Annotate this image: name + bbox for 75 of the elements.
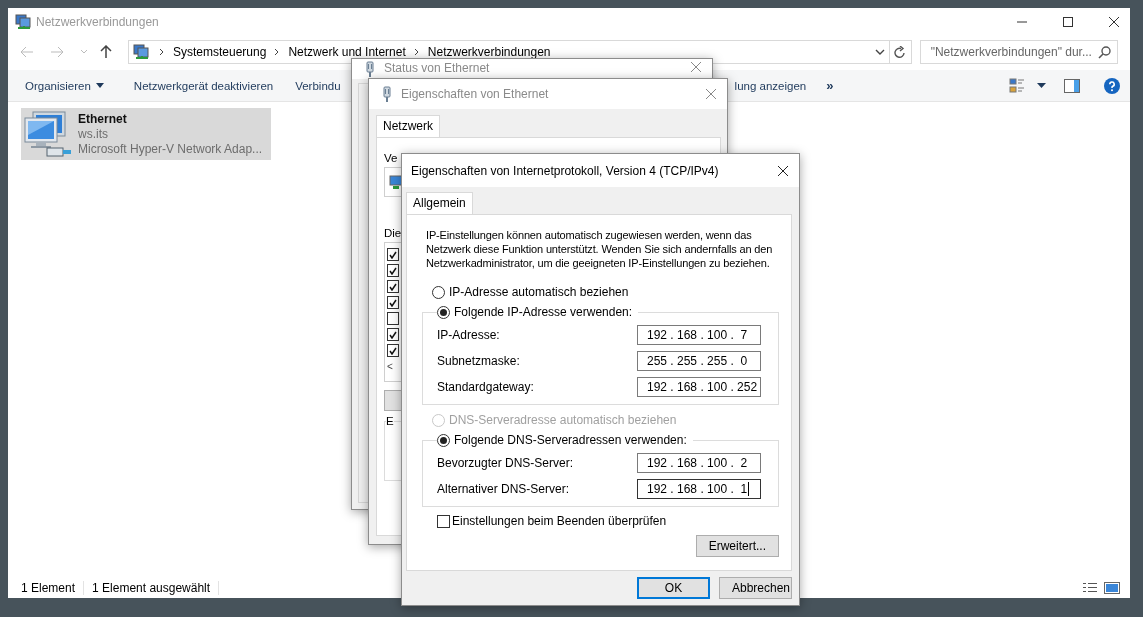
field-label: Alternativer DNS-Server:	[437, 482, 570, 496]
checkbox[interactable]	[387, 248, 399, 261]
ethernet-plug-icon	[364, 61, 376, 77]
ip-address-field[interactable]: 255 . 255 . 255 . 0	[637, 351, 761, 371]
breadcrumb-item[interactable]: Systemsteuerung	[173, 45, 267, 59]
search-field[interactable]: "Netzwerkverbindungen" dur...	[919, 40, 1118, 64]
checkbox[interactable]	[387, 328, 399, 341]
caret-down-icon[interactable]	[1037, 83, 1046, 88]
chevron-right-icon	[159, 48, 165, 56]
radio-option[interactable]: Folgende IP-Adresse verwenden:	[437, 304, 639, 320]
connection-name: Ethernet	[78, 111, 128, 127]
dialog-title: Eigenschaften von Internetprotokoll, Version 4 (TCP/IPv4)	[411, 163, 719, 178]
ok-button[interactable]: OK	[637, 577, 710, 599]
breadcrumb-item[interactable]: Netzwerkverbindungen	[427, 45, 551, 59]
network-connection-item[interactable]: Ethernet ws.its Microsoft Hyper-V Network Adap...	[21, 108, 271, 160]
ip-address-field[interactable]: 192 . 168 . 100 . 252	[637, 377, 761, 397]
connection-detail: Microsoft Hyper-V Network Adap...	[78, 141, 263, 157]
radio-option[interactable]: IP-Adresse automatisch beziehen	[432, 284, 779, 300]
connection-detail: ws.its	[78, 126, 109, 142]
toolbar-menu[interactable]: Organisieren	[25, 79, 104, 92]
description-text: IP-Einstellungen können automatisch zugewiesen werden, wenn das Netzwerk diese Funktion unterstützt. Wenden Sie sich andernfalls an den Netzwerkadministrator, um die geeigneten IP-Einstellungen zu beziehen.	[426, 228, 774, 270]
status-text: 1 Element	[21, 581, 85, 595]
tab[interactable]: Allgemein	[406, 192, 473, 214]
ip-address-field[interactable]: 192 . 168 . 100 . 7	[637, 325, 761, 345]
help-icon[interactable]	[1104, 77, 1120, 94]
field-label: Subnetzmaske:	[437, 354, 520, 368]
checkbox[interactable]	[387, 264, 399, 277]
field-label: Bevorzugter DNS-Server:	[437, 456, 574, 470]
chevron-right-icon	[413, 48, 420, 56]
ethernet-plug-icon	[381, 86, 393, 102]
checkbox[interactable]	[387, 344, 399, 357]
ip-address-field[interactable]: 192 . 168 . 100 . 2	[637, 453, 761, 473]
toolbar-button[interactable]: Netzwerkgerät deaktivieren	[133, 79, 274, 92]
network-adapter-icon	[389, 174, 403, 190]
checkbox[interactable]	[387, 280, 399, 293]
details-view-icon[interactable]	[1082, 582, 1098, 594]
close-icon[interactable]	[1108, 16, 1120, 28]
maximize-icon[interactable]	[1062, 16, 1074, 28]
caret-down-icon	[95, 83, 104, 88]
network-folder-icon	[133, 44, 149, 60]
up-arrow-icon[interactable]	[100, 45, 112, 59]
more-button[interactable]: »	[826, 78, 834, 93]
preview-pane-icon[interactable]	[1064, 78, 1080, 93]
dialog-title: Status von Ethernet	[384, 61, 490, 75]
advanced-button[interactable]: Erweitert...	[695, 535, 779, 557]
dialog-title: Eigenschaften von Ethernet	[401, 87, 549, 101]
ip-address-field[interactable]: 192 . 168 . 100 . 1	[637, 479, 761, 499]
cancel-button[interactable]: Abbrechen	[719, 577, 792, 599]
view-options-icon[interactable]	[1009, 77, 1025, 94]
refresh-button[interactable]	[889, 40, 912, 64]
label: Ve	[384, 152, 398, 164]
label: Die	[384, 227, 402, 239]
toolbar-button[interactable]: lung anzeigen	[734, 79, 807, 92]
chevron-down-icon[interactable]	[874, 49, 885, 55]
scroll-left-button[interactable]: <	[387, 361, 393, 372]
search-icon	[1098, 45, 1111, 59]
radio-option: DNS-Serveradresse automatisch beziehen	[432, 412, 779, 428]
window-title: Netzwerkverbindungen	[36, 15, 159, 29]
large-icons-view-icon[interactable]	[1104, 582, 1120, 594]
breadcrumb-item[interactable]: Netzwerk und Internet	[288, 45, 406, 59]
tab[interactable]: Netzwerk	[376, 115, 440, 137]
group-label: E	[386, 415, 394, 427]
checkbox-option[interactable]: Einstellungen beim Beenden überprüfen	[437, 514, 779, 528]
close-icon[interactable]	[777, 164, 789, 177]
checkbox[interactable]	[387, 296, 399, 309]
checkbox[interactable]	[387, 312, 399, 325]
status-text: 1 Element ausgewählt	[92, 581, 220, 595]
network-folder-icon	[15, 14, 31, 30]
chevron-right-icon	[274, 48, 281, 56]
radio-option[interactable]: Folgende DNS-Serveradressen verwenden:	[437, 432, 693, 448]
field-label: Standardgateway:	[437, 380, 534, 394]
refresh-icon	[894, 45, 907, 59]
toolbar-button[interactable]: Verbindu	[295, 79, 341, 92]
network-adapter-icon	[23, 110, 73, 158]
field-label: IP-Adresse:	[437, 328, 500, 342]
